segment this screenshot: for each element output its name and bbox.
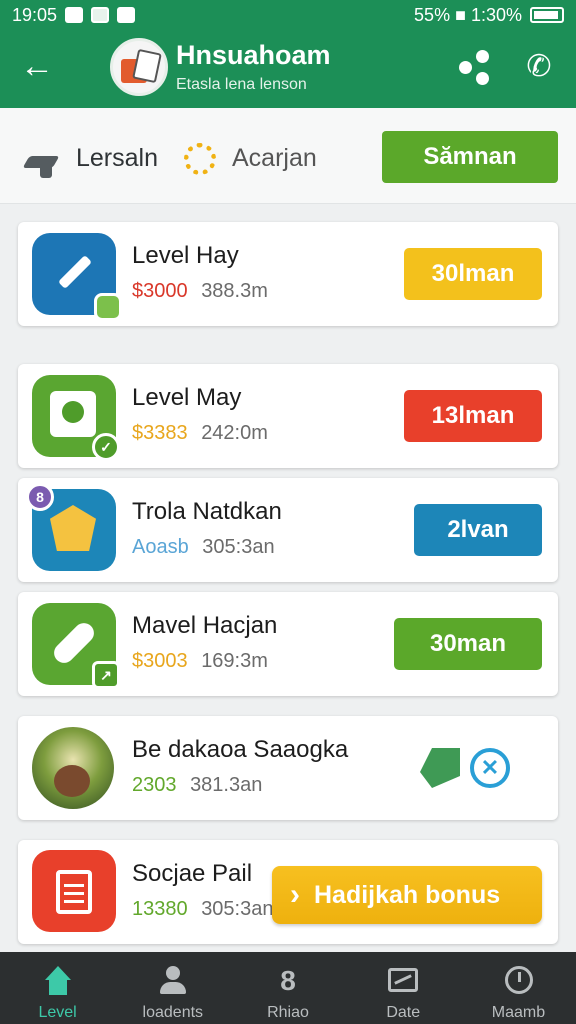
cube-icon: 8 — [26, 483, 116, 571]
status-bar: 19:05 55% ■ 1:30% — [0, 0, 576, 30]
user-icon — [156, 966, 190, 996]
nav-item-level[interactable]: Level — [0, 952, 115, 1024]
nav-item-rhiao[interactable]: 8 Rhiao — [230, 952, 345, 1024]
count-badge: 8 — [26, 483, 54, 511]
edit-icon — [32, 233, 122, 321]
nav-item-loadents[interactable]: loadents — [115, 952, 230, 1024]
nav-label: Maamb — [491, 1004, 546, 1021]
filter-label-2[interactable]: Acarjan — [232, 144, 317, 173]
item-title: Trola Natdkan — [132, 498, 282, 525]
item-action-button[interactable]: 2lvan — [414, 504, 542, 556]
item-size: 169:3m — [201, 650, 268, 672]
item-action-button[interactable]: 30man — [394, 618, 542, 670]
sun-icon[interactable] — [184, 143, 216, 175]
arrow-badge-icon: ↗ — [92, 661, 120, 689]
bonus-label: Hadijkah bonus — [314, 880, 501, 909]
avatar[interactable] — [110, 38, 168, 96]
item-price: $3383 — [132, 422, 188, 444]
item-meta: 13380 305:3an — [132, 898, 273, 921]
list-item[interactable]: Level Hay $3000 388.3m 30lman — [18, 222, 558, 326]
filter-submit-button[interactable]: Sămnan — [382, 131, 558, 183]
badge-icon — [94, 293, 122, 321]
bonus-button[interactable]: › Hadijkah bonus — [272, 866, 542, 924]
nav-label: Level — [38, 1004, 77, 1021]
item-title: Mavel Hacjan — [132, 612, 278, 639]
page-title: Hnsuahoam — [176, 40, 331, 70]
page-subtitle: Etasla lena lenson — [176, 76, 307, 93]
item-size: 305:3an — [202, 536, 275, 558]
nav-item-maamb[interactable]: Maamb — [461, 952, 576, 1024]
battery-icon — [530, 7, 564, 23]
item-meta: Aoasb 305:3an — [132, 536, 275, 559]
item-title: Socjae Pail — [132, 860, 253, 887]
status-right-text: 55% ■ 1:30% — [414, 4, 522, 25]
item-meta: $3383 242:0m — [132, 422, 268, 445]
filter-label-1[interactable]: Lersaln — [76, 144, 158, 173]
item-meta: $3003 169:3m — [132, 650, 268, 673]
item-action-button[interactable]: 30lman — [404, 248, 542, 300]
item-meta: $3000 388.3m — [132, 280, 268, 303]
nav-label: Date — [386, 1004, 421, 1021]
bottom-nav: Level loadents 8 Rhiao Date Maamb — [0, 952, 576, 1024]
item-size: 242:0m — [201, 422, 268, 444]
back-arrow-icon[interactable]: ← — [20, 48, 54, 84]
item-title: Level Hay — [132, 242, 239, 269]
item-price: Aoasb — [132, 536, 189, 558]
nav-label: loadents — [142, 1004, 204, 1021]
item-price: 2303 — [132, 774, 177, 796]
phone-icon[interactable]: ✆ — [520, 48, 558, 86]
nav-item-date[interactable]: Date — [346, 952, 461, 1024]
chart-icon — [386, 966, 420, 996]
item-meta: 2303 381.3an — [132, 774, 262, 797]
mail-icon — [65, 7, 84, 23]
nav-label: Rhiao — [267, 1004, 309, 1021]
close-icon[interactable]: ✕ — [470, 748, 510, 788]
item-title: Level May — [132, 384, 242, 411]
list-item[interactable]: 8 Trola Natdkan Aoasb 305:3an 2lvan — [18, 478, 558, 582]
clipboard-icon — [32, 850, 116, 932]
share-icon[interactable] — [456, 48, 494, 86]
app-header: ← Hnsuahoam Etasla lena lenson ✆ — [0, 30, 576, 108]
clock-icon — [91, 7, 110, 23]
tag-icon[interactable] — [420, 748, 460, 788]
item-price: $3003 — [132, 650, 188, 672]
bandage-icon: ↗ — [32, 603, 120, 689]
chevron-right-icon: › — [290, 878, 300, 911]
item-size: 381.3an — [190, 774, 263, 796]
check-icon: ✓ — [92, 433, 120, 461]
item-size: 305:3an — [201, 898, 274, 920]
status-time: 19:05 — [12, 4, 58, 25]
item-title: Be dakaoa Saaogka — [132, 736, 349, 763]
document-icon: ✓ — [32, 375, 120, 461]
notification-icon — [117, 7, 136, 23]
item-action-button[interactable]: 13lman — [404, 390, 542, 442]
photo-icon — [32, 727, 114, 809]
clock-icon — [501, 966, 535, 996]
plane-icon[interactable] — [22, 146, 60, 184]
item-price: $3000 — [132, 280, 188, 302]
list-item[interactable]: Be dakaoa Saaogka 2303 381.3an ✕ — [18, 716, 558, 820]
number-icon: 8 — [280, 965, 296, 996]
list-item[interactable]: ✓ Level May $3383 242:0m 13lman — [18, 364, 558, 468]
item-price: 13380 — [132, 898, 188, 920]
item-size: 388.3m — [201, 280, 268, 302]
home-icon — [41, 966, 75, 996]
list-item[interactable]: ↗ Mavel Hacjan $3003 169:3m 30man — [18, 592, 558, 696]
